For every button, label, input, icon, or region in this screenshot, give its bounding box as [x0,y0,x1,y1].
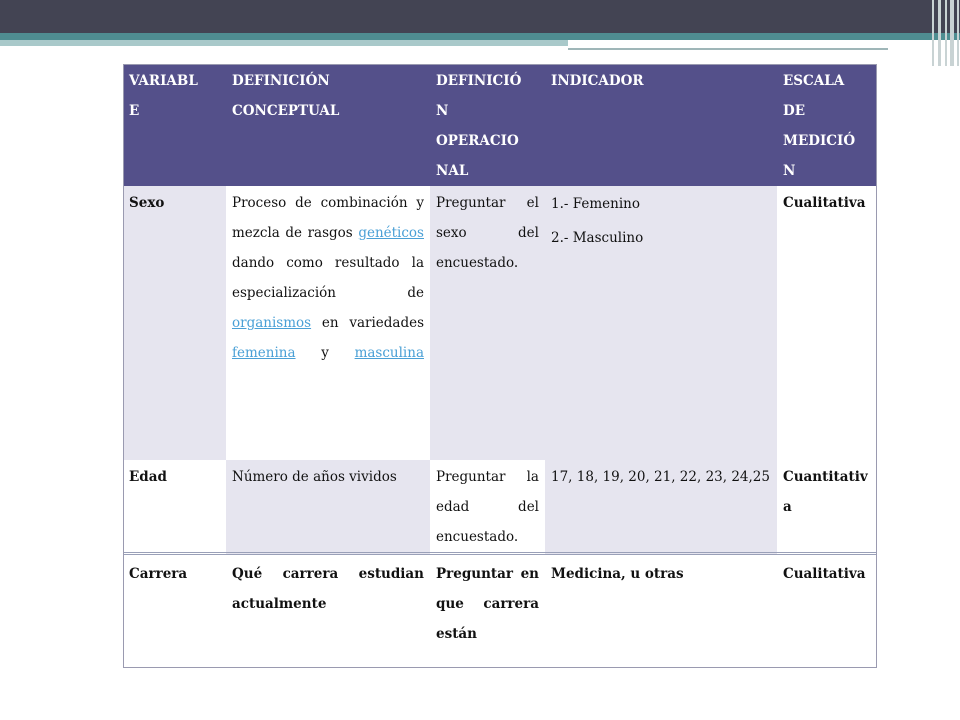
header-indicador: INDICADOR [545,64,777,186]
header-escala: ESCALA DE MEDICIÓ N [777,64,877,186]
cell-def-operacional: Preguntar el sexo del encuestado. [430,186,545,460]
table-row: Sexo Proceso de combinación y mezcla de … [123,186,877,460]
header-definicion-conceptual: DEFINICIÓN CONCEPTUAL [226,64,430,186]
indicador-item: 2.- Masculino [551,230,644,246]
slide-top-bar [0,0,960,33]
table-row: Edad Número de años vividos Preguntar la… [123,460,877,554]
header-definicion-operacional: DEFINICIÓ N OPERACIO NAL [430,64,545,186]
cell-escala: Cualitativa [777,186,877,460]
link-organismos[interactable]: organismos [232,315,311,331]
header-variable: VARIABL E [123,64,226,186]
slide-teal-stripe [0,33,960,40]
slide-corner-lines [930,0,960,66]
slide-light-stripe [0,40,568,46]
cell-escala: Cualitativa [777,555,877,669]
cell-def-operacional: Preguntar en que carrera están [430,555,545,669]
cell-def-conceptual: Número de años vividos [226,460,430,554]
indicador-item: 1.- Femenino [551,196,640,212]
cell-variable: Edad [123,460,226,554]
cell-escala: Cuantitativa [777,460,877,554]
variables-table: VARIABL E DEFINICIÓN CONCEPTUAL DEFINICIÓ N… [123,64,877,669]
link-masculina[interactable]: masculina [355,345,424,361]
cell-variable: Carrera [123,555,226,669]
cell-def-operacional: Preguntar la edad del encuestado. [430,460,545,554]
link-geneticos[interactable]: genéticos [358,225,424,241]
slide-underline [568,48,888,50]
cell-def-conceptual: Qué carrera estudian actualmente [226,555,430,669]
cell-indicador: Medicina, u otras [545,555,777,669]
header-row: VARIABL E DEFINICIÓN CONCEPTUAL DEFINICIÓ N… [123,64,877,186]
cell-indicador: 1.- Femenino 2.- Masculino [545,186,777,460]
cell-variable: Sexo [123,186,226,460]
link-femenina[interactable]: femenina [232,345,296,361]
cell-def-conceptual: Proceso de combinación y mezcla de rasgo… [226,186,430,460]
table-row: Carrera Qué carrera estudian actualmente… [123,555,877,669]
cell-indicador: 17, 18, 19, 20, 21, 22, 23, 24,25 [545,460,777,554]
